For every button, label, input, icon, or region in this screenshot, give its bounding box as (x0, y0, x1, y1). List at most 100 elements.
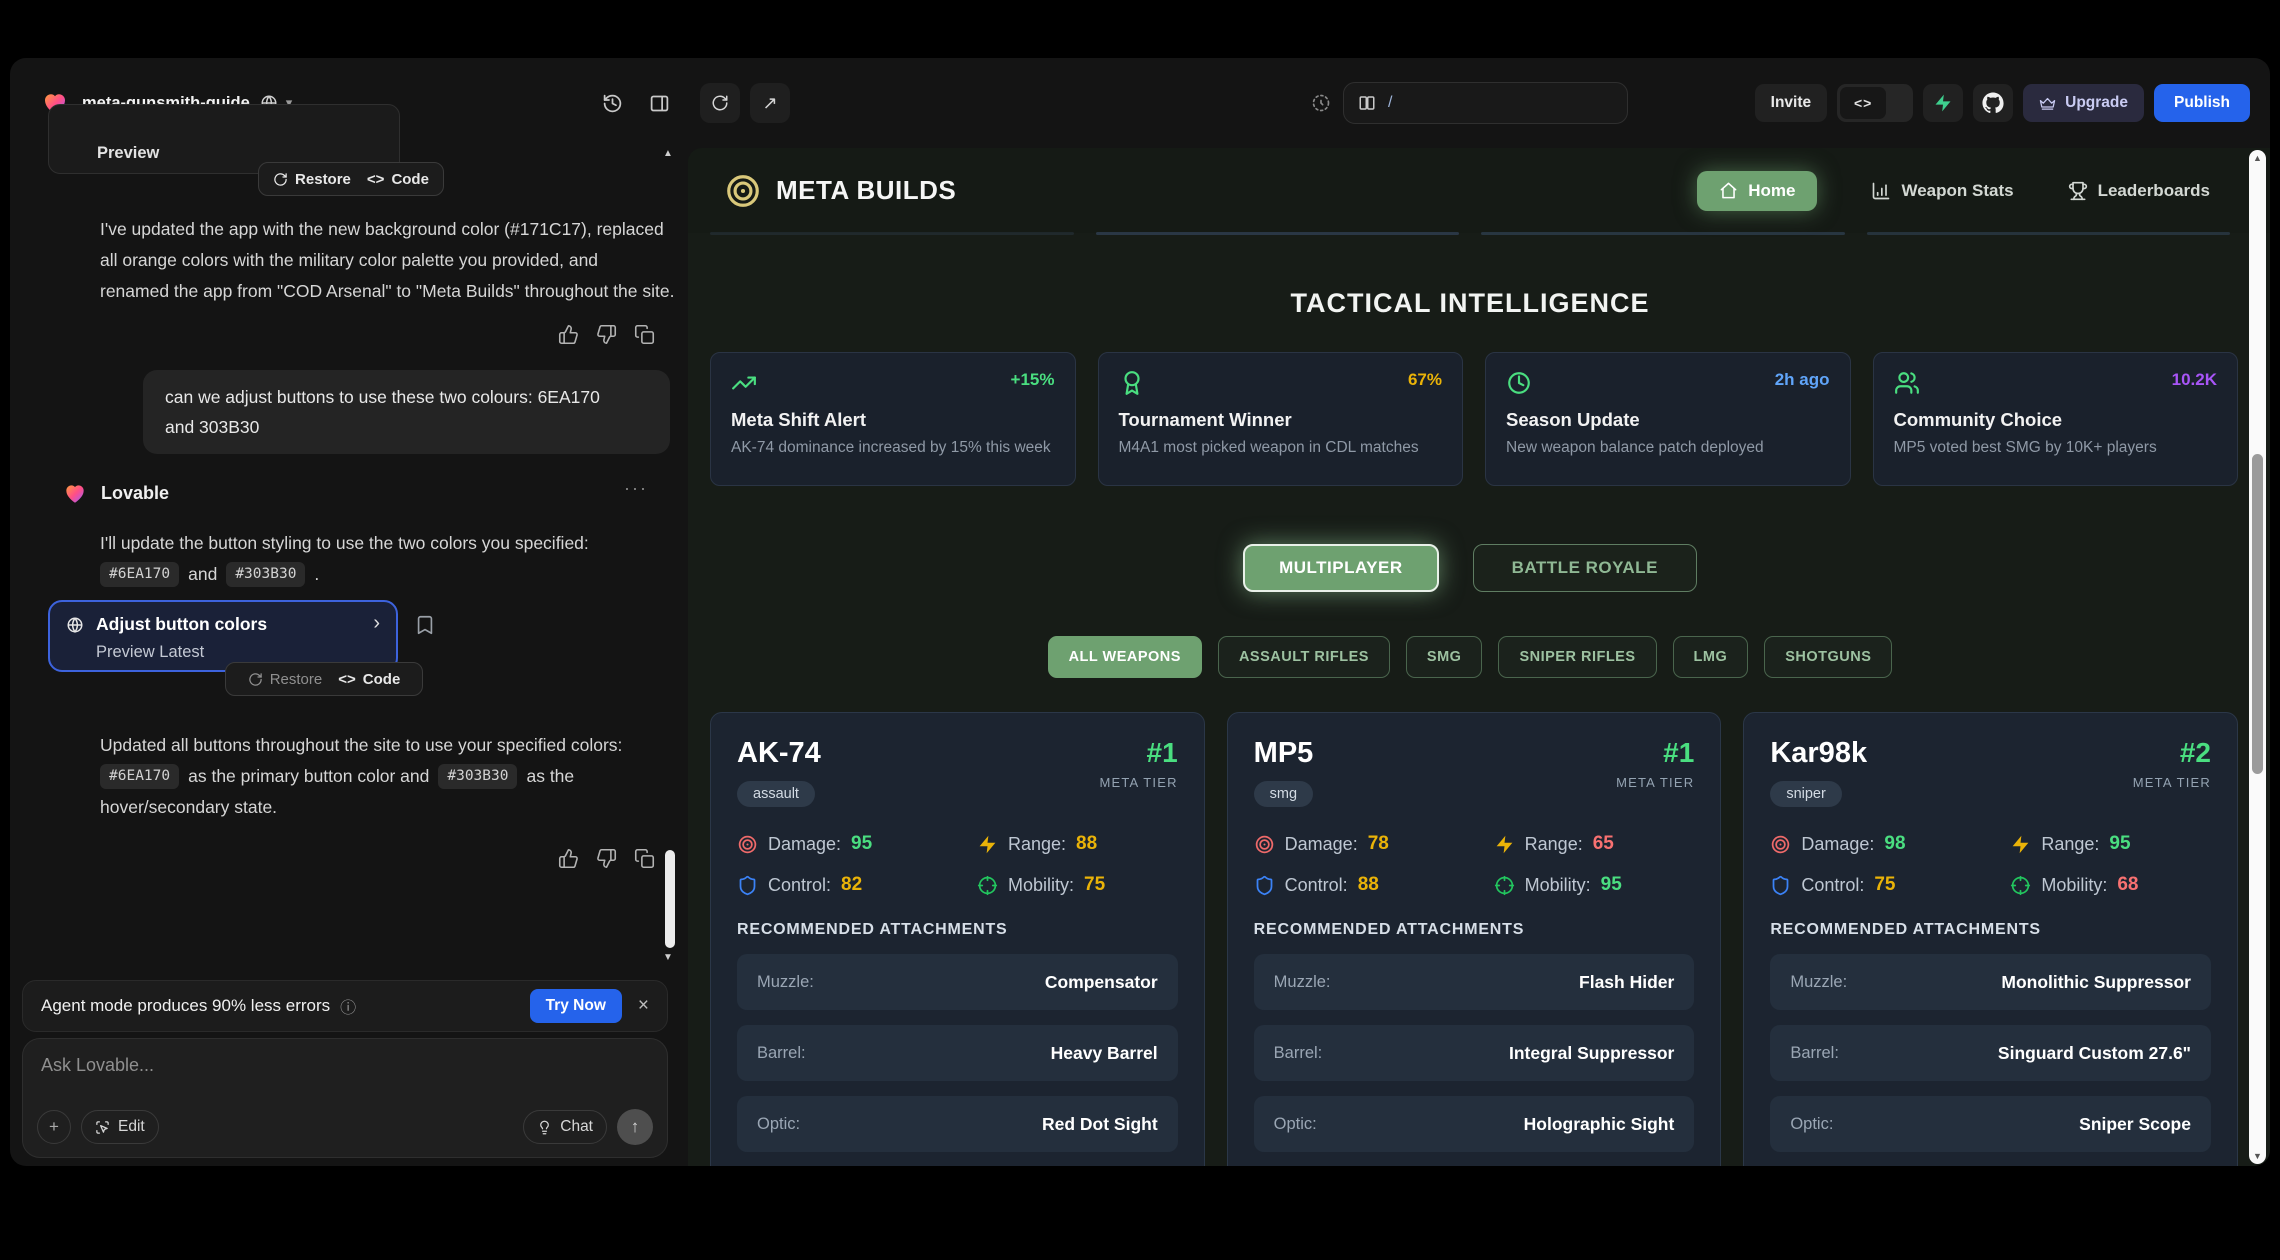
preview-scrollbar[interactable]: ▲ ▼ (2249, 150, 2266, 1164)
assistant-message: I've updated the app with the new backgr… (100, 214, 678, 307)
supabase-button[interactable] (1923, 84, 1963, 122)
code-view-toggle[interactable]: <> (1837, 84, 1913, 122)
scroll-up-icon[interactable]: ▲ (2249, 153, 2266, 163)
attachment-row: Muzzle: Monolithic Suppressor (1770, 954, 2211, 1010)
nav-home[interactable]: Home (1697, 171, 1817, 211)
restore-button[interactable]: Restore (248, 671, 323, 688)
intel-card[interactable]: 10.2K Community Choice MP5 voted best SM… (1873, 352, 2239, 486)
weapon-name: Kar98k (1770, 737, 1867, 770)
zap-icon (2010, 834, 2031, 855)
crown-icon (2039, 95, 2056, 112)
shield-icon (737, 875, 758, 896)
app-header: META BUILDS Home Weapon Stats Leaderboar… (688, 148, 2270, 233)
try-now-button[interactable]: Try Now (530, 989, 622, 1023)
nav-leaderboards[interactable]: Leaderboards (2068, 181, 2210, 201)
panel-toggle-icon[interactable] (649, 93, 670, 114)
attachment-row: Barrel: Singuard Custom 27.6" (1770, 1025, 2211, 1081)
filter-smg[interactable]: SMG (1406, 636, 1483, 678)
code-button[interactable]: <> Code (338, 671, 400, 688)
meta-tier-label: META TIER (1616, 775, 1694, 790)
filter-shotguns[interactable]: SHOTGUNS (1764, 636, 1892, 678)
assistant-message: I'll update the button styling to use th… (100, 528, 678, 590)
restore-code-toolbar: Restore <> Code (225, 662, 423, 696)
filter-lmg[interactable]: LMG (1673, 636, 1749, 678)
upgrade-button[interactable]: Upgrade (2023, 84, 2144, 122)
mode-buttons: MULTIPLAYER BATTLE ROYALE (688, 544, 2252, 592)
intel-card[interactable]: 2h ago Season Update New weapon balance … (1485, 352, 1851, 486)
filter-sniper-rifles[interactable]: SNIPER RIFLES (1498, 636, 1656, 678)
weapon-card[interactable]: AK-74 assault #1 META TIER Damage:95 (710, 712, 1205, 1166)
stat-control: Control:75 (1770, 874, 2010, 896)
clock-icon (1506, 370, 1532, 396)
code-brackets-icon: <> (338, 671, 356, 688)
weapon-card[interactable]: Kar98k sniper #2 META TIER Damage:98 (1743, 712, 2238, 1166)
chat-input[interactable] (41, 1055, 649, 1076)
send-button[interactable]: ↑ (617, 1109, 653, 1145)
nav-weapon-stats[interactable]: Weapon Stats (1871, 181, 2013, 201)
user-message-bubble: can we adjust buttons to use these two c… (143, 370, 670, 454)
preview-scrollbar-thumb[interactable] (2252, 454, 2263, 774)
preview-version-label: Preview (97, 144, 159, 163)
restore-button[interactable]: Restore (273, 171, 351, 188)
shield-icon (1770, 875, 1791, 896)
mode-multiplayer-button[interactable]: MULTIPLAYER (1243, 544, 1439, 592)
history-icon[interactable] (602, 93, 623, 114)
intel-cards: +15% Meta Shift Alert AK-74 dominance in… (710, 352, 2238, 486)
close-icon[interactable]: × (638, 995, 649, 1017)
url-bar[interactable]: / (1343, 82, 1628, 124)
thumbs-down-icon[interactable] (596, 848, 617, 869)
scroll-up-icon[interactable]: ▲ (663, 148, 673, 159)
weapon-card[interactable]: MP5 smg #1 META TIER Damage:78 (1227, 712, 1722, 1166)
thumbs-up-icon[interactable] (558, 848, 579, 869)
target-icon (737, 834, 758, 855)
stat-range: Range:95 (2010, 833, 2211, 855)
crosshair-icon (977, 875, 998, 896)
scroll-down-icon[interactable]: ▼ (663, 952, 673, 963)
publish-button[interactable]: Publish (2154, 84, 2250, 122)
github-button[interactable] (1973, 84, 2013, 122)
invite-button[interactable]: Invite (1755, 84, 1827, 122)
agent-mode-banner: Agent mode produces 90% less errors ⓘ Tr… (22, 980, 668, 1032)
edit-mode-button[interactable]: Edit (81, 1110, 159, 1144)
add-attachment-button[interactable]: + (37, 1110, 71, 1144)
bookmark-icon[interactable] (414, 614, 436, 636)
meta-tier-label: META TIER (1099, 775, 1177, 790)
lovable-logo-icon (62, 480, 88, 506)
info-icon: ⓘ (340, 994, 356, 1018)
filter-all-weapons[interactable]: ALL WEAPONS (1048, 636, 1202, 678)
chat-mode-button[interactable]: Chat (523, 1110, 607, 1144)
stat-damage: Damage:78 (1254, 833, 1494, 855)
refresh-button[interactable] (700, 83, 740, 123)
copy-icon[interactable] (634, 848, 655, 869)
code-button[interactable]: <> Code (367, 171, 429, 188)
color-code-chip: #303B30 (226, 562, 305, 587)
color-code-chip: #6EA170 (100, 562, 179, 587)
stat-range: Range:65 (1494, 833, 1695, 855)
mode-battle-royale-button[interactable]: BATTLE ROYALE (1473, 544, 1697, 592)
chat-scrollbar-thumb[interactable] (665, 850, 675, 948)
open-external-button[interactable]: ↗ (750, 83, 790, 123)
scroll-down-icon[interactable]: ▼ (2249, 1151, 2266, 1161)
intel-value: 2h ago (1775, 370, 1830, 390)
thumbs-up-icon[interactable] (558, 324, 579, 345)
intel-card[interactable]: 67% Tournament Winner M4A1 most picked w… (1098, 352, 1464, 486)
thumbs-down-icon[interactable] (596, 324, 617, 345)
attachment-row: Barrel: Heavy Barrel (737, 1025, 1178, 1081)
target-icon (1770, 834, 1791, 855)
assistant-message: Updated all buttons throughout the site … (100, 730, 678, 823)
weapon-rank: #2 (2133, 737, 2211, 769)
intel-value: +15% (1011, 370, 1055, 390)
copy-icon[interactable] (634, 324, 655, 345)
filter-assault-rifles[interactable]: ASSAULT RIFLES (1218, 636, 1390, 678)
weapon-name: AK-74 (737, 737, 821, 770)
intel-card[interactable]: +15% Meta Shift Alert AK-74 dominance in… (710, 352, 1076, 486)
action-card-subtitle: Preview Latest (96, 643, 204, 662)
more-options-icon[interactable]: ··· (624, 478, 648, 499)
stat-mobility: Mobility:68 (2010, 874, 2211, 896)
attachment-row: Muzzle: Compensator (737, 954, 1178, 1010)
intel-title: Meta Shift Alert (731, 409, 1055, 431)
meta-tier-label: META TIER (2133, 775, 2211, 790)
weapon-class-badge: smg (1254, 781, 1313, 807)
intel-desc: AK-74 dominance increased by 15% this we… (731, 439, 1055, 457)
banner-text: Agent mode produces 90% less errors (41, 996, 330, 1016)
